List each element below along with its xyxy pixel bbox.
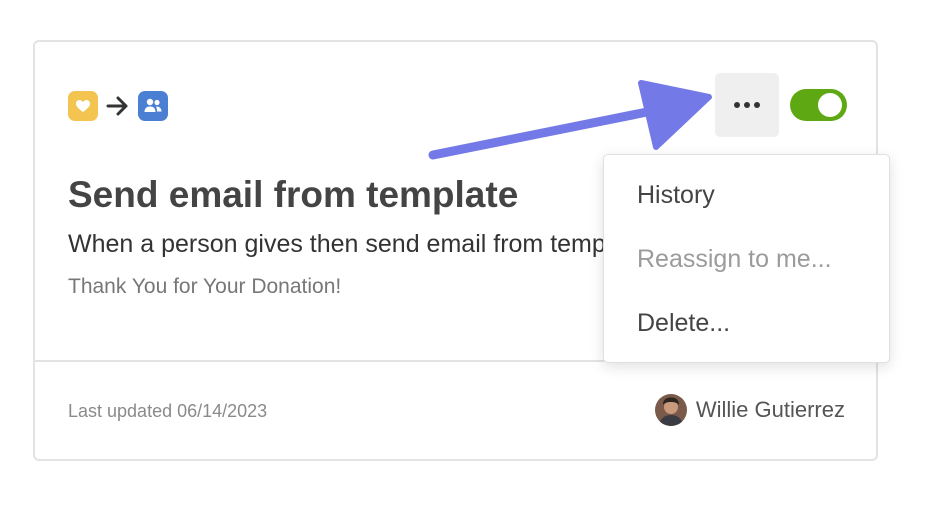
automation-card-screen: Send email from template When a person g… — [0, 0, 926, 512]
pointer-arrow-icon — [428, 80, 712, 160]
